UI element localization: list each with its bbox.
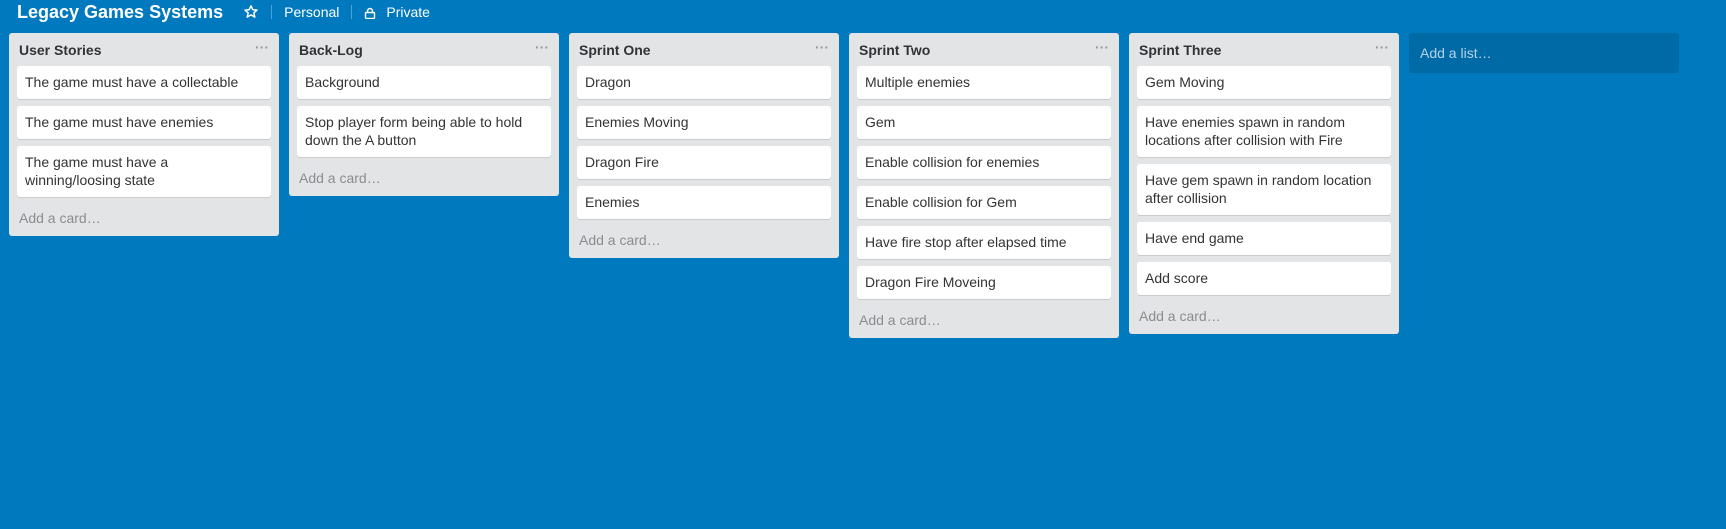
list-sprint-two: Sprint Two ··· Multiple enemies Gem Enab… bbox=[849, 33, 1119, 338]
card[interactable]: Gem bbox=[857, 106, 1111, 139]
list-sprint-three: Sprint Three ··· Gem Moving Have enemies… bbox=[1129, 33, 1399, 334]
list-back-log: Back-Log ··· Background Stop player form… bbox=[289, 33, 559, 196]
list-menu-icon[interactable]: ··· bbox=[1095, 40, 1111, 60]
card[interactable]: Dragon Fire bbox=[577, 146, 831, 179]
list-header: Sprint Two ··· bbox=[857, 33, 1111, 66]
list-title[interactable]: Sprint One bbox=[579, 42, 651, 58]
card[interactable]: Dragon bbox=[577, 66, 831, 99]
list-title[interactable]: User Stories bbox=[19, 42, 101, 58]
board-lists: User Stories ··· The game must have a co… bbox=[9, 33, 1679, 338]
header-divider bbox=[271, 5, 273, 19]
card[interactable]: Enemies Moving bbox=[577, 106, 831, 139]
team-label: Personal bbox=[284, 4, 340, 20]
card[interactable]: Have end game bbox=[1137, 222, 1391, 255]
board-header: Legacy Games Systems Personal Private bbox=[0, 0, 1726, 24]
list-menu-icon[interactable]: ··· bbox=[1375, 40, 1391, 60]
privacy-button[interactable]: Private bbox=[364, 4, 430, 20]
team-visibility-button[interactable]: Personal bbox=[284, 4, 339, 20]
list-title[interactable]: Back-Log bbox=[299, 42, 363, 58]
card[interactable]: Enable collision for Gem bbox=[857, 186, 1111, 219]
list-user-stories: User Stories ··· The game must have a co… bbox=[9, 33, 279, 236]
add-card-button[interactable]: Add a card… bbox=[1137, 302, 1391, 326]
list-title[interactable]: Sprint Three bbox=[1139, 42, 1221, 58]
card[interactable]: Have gem spawn in random location after … bbox=[1137, 164, 1391, 215]
list-menu-icon[interactable]: ··· bbox=[255, 40, 271, 60]
card[interactable]: Stop player form being able to hold down… bbox=[297, 106, 551, 157]
add-card-button[interactable]: Add a card… bbox=[17, 204, 271, 228]
card[interactable]: Gem Moving bbox=[1137, 66, 1391, 99]
card[interactable]: Have enemies spawn in random locations a… bbox=[1137, 106, 1391, 157]
card[interactable]: Enable collision for enemies bbox=[857, 146, 1111, 179]
privacy-label: Private bbox=[386, 4, 430, 20]
header-divider bbox=[351, 5, 353, 19]
list-header: User Stories ··· bbox=[17, 33, 271, 66]
list-header: Back-Log ··· bbox=[297, 33, 551, 66]
list-sprint-one: Sprint One ··· Dragon Enemies Moving Dra… bbox=[569, 33, 839, 258]
card[interactable]: The game must have a collectable bbox=[17, 66, 271, 99]
card[interactable]: Have fire stop after elapsed time bbox=[857, 226, 1111, 259]
add-list-button[interactable]: Add a list… bbox=[1409, 33, 1679, 73]
card[interactable]: Add score bbox=[1137, 262, 1391, 295]
add-card-button[interactable]: Add a card… bbox=[577, 226, 831, 250]
card[interactable]: Enemies bbox=[577, 186, 831, 219]
add-card-button[interactable]: Add a card… bbox=[297, 164, 551, 188]
lock-icon bbox=[364, 6, 376, 20]
card[interactable]: The game must have enemies bbox=[17, 106, 271, 139]
card[interactable]: Background bbox=[297, 66, 551, 99]
list-menu-icon[interactable]: ··· bbox=[815, 40, 831, 60]
card[interactable]: The game must have a winning/loosing sta… bbox=[17, 146, 271, 197]
card[interactable]: Multiple enemies bbox=[857, 66, 1111, 99]
card[interactable]: Dragon Fire Moveing bbox=[857, 266, 1111, 299]
list-menu-icon[interactable]: ··· bbox=[535, 40, 551, 60]
board-title[interactable]: Legacy Games Systems bbox=[17, 2, 223, 23]
list-header: Sprint Three ··· bbox=[1137, 33, 1391, 66]
star-icon[interactable] bbox=[243, 4, 259, 20]
add-card-button[interactable]: Add a card… bbox=[857, 306, 1111, 330]
list-header: Sprint One ··· bbox=[577, 33, 831, 66]
list-title[interactable]: Sprint Two bbox=[859, 42, 930, 58]
